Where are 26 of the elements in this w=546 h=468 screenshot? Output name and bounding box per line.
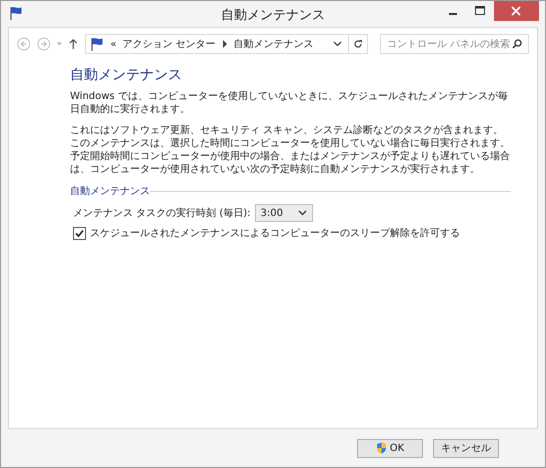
checkbox[interactable] bbox=[73, 226, 86, 240]
time-label: メンテナンス タスクの実行時刻 (毎日): bbox=[73, 206, 251, 220]
search-icon bbox=[512, 39, 522, 49]
ok-button[interactable]: OK bbox=[357, 438, 423, 458]
chevron-down-icon bbox=[298, 210, 307, 216]
checkbox-label[interactable]: スケジュールされたメンテナンスによるコンピューターのスリープ解除を許可する bbox=[90, 226, 460, 240]
section-title: 自動メンテナンス bbox=[70, 185, 150, 198]
page-heading: 自動メンテナンス bbox=[70, 66, 183, 84]
search-field[interactable]: コントロール パネルの検索 bbox=[380, 34, 529, 54]
address-bar[interactable]: « アクション センター 自動メンテナンス bbox=[85, 34, 368, 54]
shield-icon bbox=[376, 442, 387, 454]
refresh-icon bbox=[353, 39, 363, 49]
description-text: Windows では、コンピューターを使用していないときに、スケジュールされたメンテナンスが毎日自動的に実行されます。 bbox=[70, 90, 509, 116]
window-title: 自動メンテナンス bbox=[221, 7, 325, 24]
flag-icon bbox=[9, 6, 23, 20]
description-text: これにはソフトウェア更新、セキュリティ スキャン、システム診断などのタスクが含まれます。このメンテナンスは、選択した時間にコンピューターを使用していない場合に毎日実行されます。予定開始時間にコンピューターが使用中の場合、またはメンテナンスが予定よりも遅れている場合は、コンピューターが使用されていない次の予定時刻に自動メンテナンスが実行されます。 bbox=[70, 124, 511, 176]
chevron-icon[interactable] bbox=[222, 40, 228, 48]
cancel-button[interactable]: キャンセル bbox=[433, 438, 499, 458]
breadcrumb-item[interactable]: 自動メンテナンス bbox=[234, 37, 314, 51]
chevron-down-icon[interactable] bbox=[333, 41, 342, 47]
close-icon[interactable] bbox=[494, 1, 539, 21]
flag-icon bbox=[90, 37, 104, 51]
up-arrow-icon[interactable] bbox=[68, 38, 78, 50]
breadcrumb-overflow[interactable]: « bbox=[110, 38, 117, 50]
time-dropdown[interactable]: 3:00 bbox=[254, 204, 313, 222]
breadcrumb-item[interactable]: アクション センター bbox=[122, 37, 216, 51]
